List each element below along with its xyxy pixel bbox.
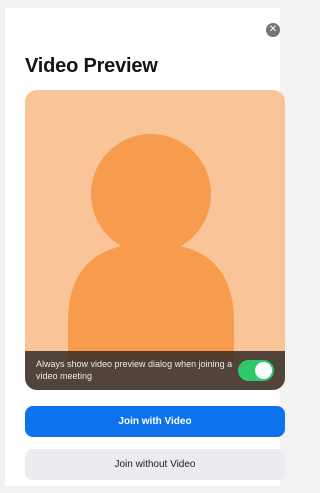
avatar-head [91, 134, 211, 254]
toggle-knob [255, 362, 272, 379]
join-without-video-button[interactable]: Join without Video [25, 449, 285, 480]
video-preview-area: Always show video preview dialog when jo… [25, 90, 285, 390]
close-icon: ✕ [268, 24, 278, 35]
always-show-preview-toggle[interactable] [238, 360, 274, 381]
avatar-body [68, 243, 234, 362]
always-show-preview-label: Always show video preview dialog when jo… [36, 359, 233, 381]
dialog-title: Video Preview [25, 55, 158, 77]
join-with-video-button[interactable]: Join with Video [25, 406, 285, 437]
close-button[interactable]: ✕ [266, 23, 280, 37]
avatar-placeholder-icon [68, 134, 234, 362]
preview-setting-banner: Always show video preview dialog when jo… [25, 351, 285, 390]
